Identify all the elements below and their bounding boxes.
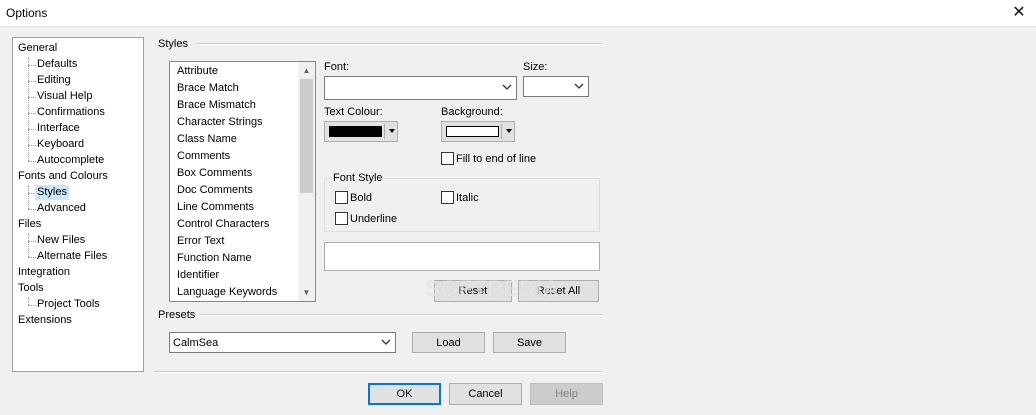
size-label: Size:	[523, 61, 548, 73]
scroll-down-icon[interactable]: ▼	[298, 284, 315, 301]
underline-checkbox[interactable]	[335, 212, 348, 225]
bold-label: Bold	[350, 192, 373, 204]
tree-item-styles[interactable]: Styles	[35, 185, 69, 200]
tree-item-visual-help[interactable]: Visual Help	[35, 89, 94, 104]
tree-item-interface[interactable]: Interface	[35, 121, 82, 136]
load-button[interactable]: Load	[412, 332, 485, 353]
styles-group-label: Styles	[158, 38, 192, 50]
size-select[interactable]	[523, 76, 589, 97]
scroll-up-icon[interactable]: ▲	[298, 62, 315, 79]
tree-connector	[28, 233, 29, 257]
background-colour-swatch	[446, 126, 499, 137]
text-colour-swatch	[329, 126, 382, 137]
font-select[interactable]	[324, 76, 517, 100]
colour-picker-separator	[384, 124, 385, 139]
ok-button[interactable]: OK	[368, 383, 441, 405]
background-colour-picker[interactable]	[441, 121, 515, 142]
background-label: Background:	[441, 106, 503, 118]
presets-select-value: CalmSea	[173, 337, 219, 349]
reset-button[interactable]: Reset	[434, 280, 512, 302]
list-item[interactable]: Character Strings	[177, 114, 263, 131]
options-tree[interactable]: General Defaults Editing Visual Help Confirm…	[12, 37, 144, 372]
tree-connector	[28, 297, 29, 305]
fill-to-end-checkbox[interactable]	[441, 152, 454, 165]
tree-item-autocomplete[interactable]: Autocomplete	[35, 153, 106, 168]
list-item[interactable]: Error Text	[177, 233, 224, 250]
list-item[interactable]: Box Comments	[177, 165, 252, 182]
tree-item-editing[interactable]: Editing	[35, 73, 73, 88]
tree-item-general[interactable]: General	[16, 41, 59, 56]
tree-item-alternate-files[interactable]: Alternate Files	[35, 249, 109, 264]
save-button[interactable]: Save	[493, 332, 566, 353]
chevron-down-icon	[381, 339, 391, 345]
tree-connector	[28, 185, 29, 209]
presets-group-rule	[200, 314, 602, 316]
style-preview	[324, 242, 600, 271]
list-item[interactable]: Identifier	[177, 267, 219, 284]
window-title: Options	[6, 6, 48, 20]
list-item[interactable]: Comments	[177, 148, 230, 165]
chevron-down-icon	[502, 84, 512, 90]
tree-item-files[interactable]: Files	[16, 217, 43, 232]
fill-to-end-label: Fill to end of line	[456, 153, 537, 165]
tree-item-defaults[interactable]: Defaults	[35, 57, 79, 72]
list-item[interactable]: Line Comments	[177, 199, 254, 216]
list-item[interactable]: Brace Mismatch	[177, 97, 256, 114]
dropdown-arrow-icon	[506, 129, 512, 133]
list-item[interactable]: Language Keywords	[177, 284, 277, 301]
list-item[interactable]: Attribute	[177, 63, 218, 80]
tree-item-keyboard[interactable]: Keyboard	[35, 137, 86, 152]
presets-select[interactable]: CalmSea	[169, 332, 396, 353]
cancel-button[interactable]: Cancel	[449, 383, 522, 405]
styles-list[interactable]: ▲ ▼ Attribute Brace Match Brace Mismatch Ch…	[169, 61, 316, 302]
underline-label: Underline	[350, 213, 398, 225]
list-item[interactable]: Class Name	[177, 131, 237, 148]
colour-picker-separator	[501, 124, 502, 139]
tree-item-project-tools[interactable]: Project Tools	[35, 297, 102, 312]
italic-checkbox[interactable]	[441, 191, 454, 204]
tree-item-fonts-and-colours[interactable]: Fonts and Colours	[16, 169, 110, 184]
presets-group-label: Presets	[158, 309, 200, 321]
list-item[interactable]: Brace Match	[177, 80, 239, 97]
text-colour-picker[interactable]	[324, 121, 398, 142]
tree-item-tools[interactable]: Tools	[16, 281, 46, 296]
title-bar: Options ✕	[0, 0, 1036, 27]
tree-item-advanced[interactable]: Advanced	[35, 201, 88, 216]
list-item[interactable]: Doc Comments	[177, 182, 253, 199]
bold-checkbox[interactable]	[335, 191, 348, 204]
list-item[interactable]: Control Characters	[177, 216, 269, 233]
tree-item-integration[interactable]: Integration	[16, 265, 72, 280]
chevron-down-icon	[574, 83, 584, 89]
font-label: Font:	[324, 61, 350, 73]
dropdown-arrow-icon	[389, 129, 395, 133]
tree-item-extensions[interactable]: Extensions	[16, 313, 74, 328]
reset-all-button[interactable]: Reset All	[518, 280, 599, 302]
text-colour-label: Text Colour:	[324, 106, 383, 118]
help-button: Help	[530, 383, 603, 405]
list-item[interactable]: Function Name	[177, 250, 252, 267]
close-icon[interactable]: ✕	[1008, 2, 1030, 24]
styles-group-rule	[196, 43, 602, 45]
italic-label: Italic	[456, 192, 479, 204]
footer-rule	[154, 371, 602, 373]
styles-list-scrollbar[interactable]: ▲ ▼	[298, 62, 315, 301]
tree-connector	[28, 57, 29, 161]
font-style-legend: Font Style	[332, 172, 384, 184]
tree-item-confirmations[interactable]: Confirmations	[35, 105, 107, 120]
tree-item-new-files[interactable]: New Files	[35, 233, 87, 248]
scroll-thumb[interactable]	[300, 79, 313, 193]
